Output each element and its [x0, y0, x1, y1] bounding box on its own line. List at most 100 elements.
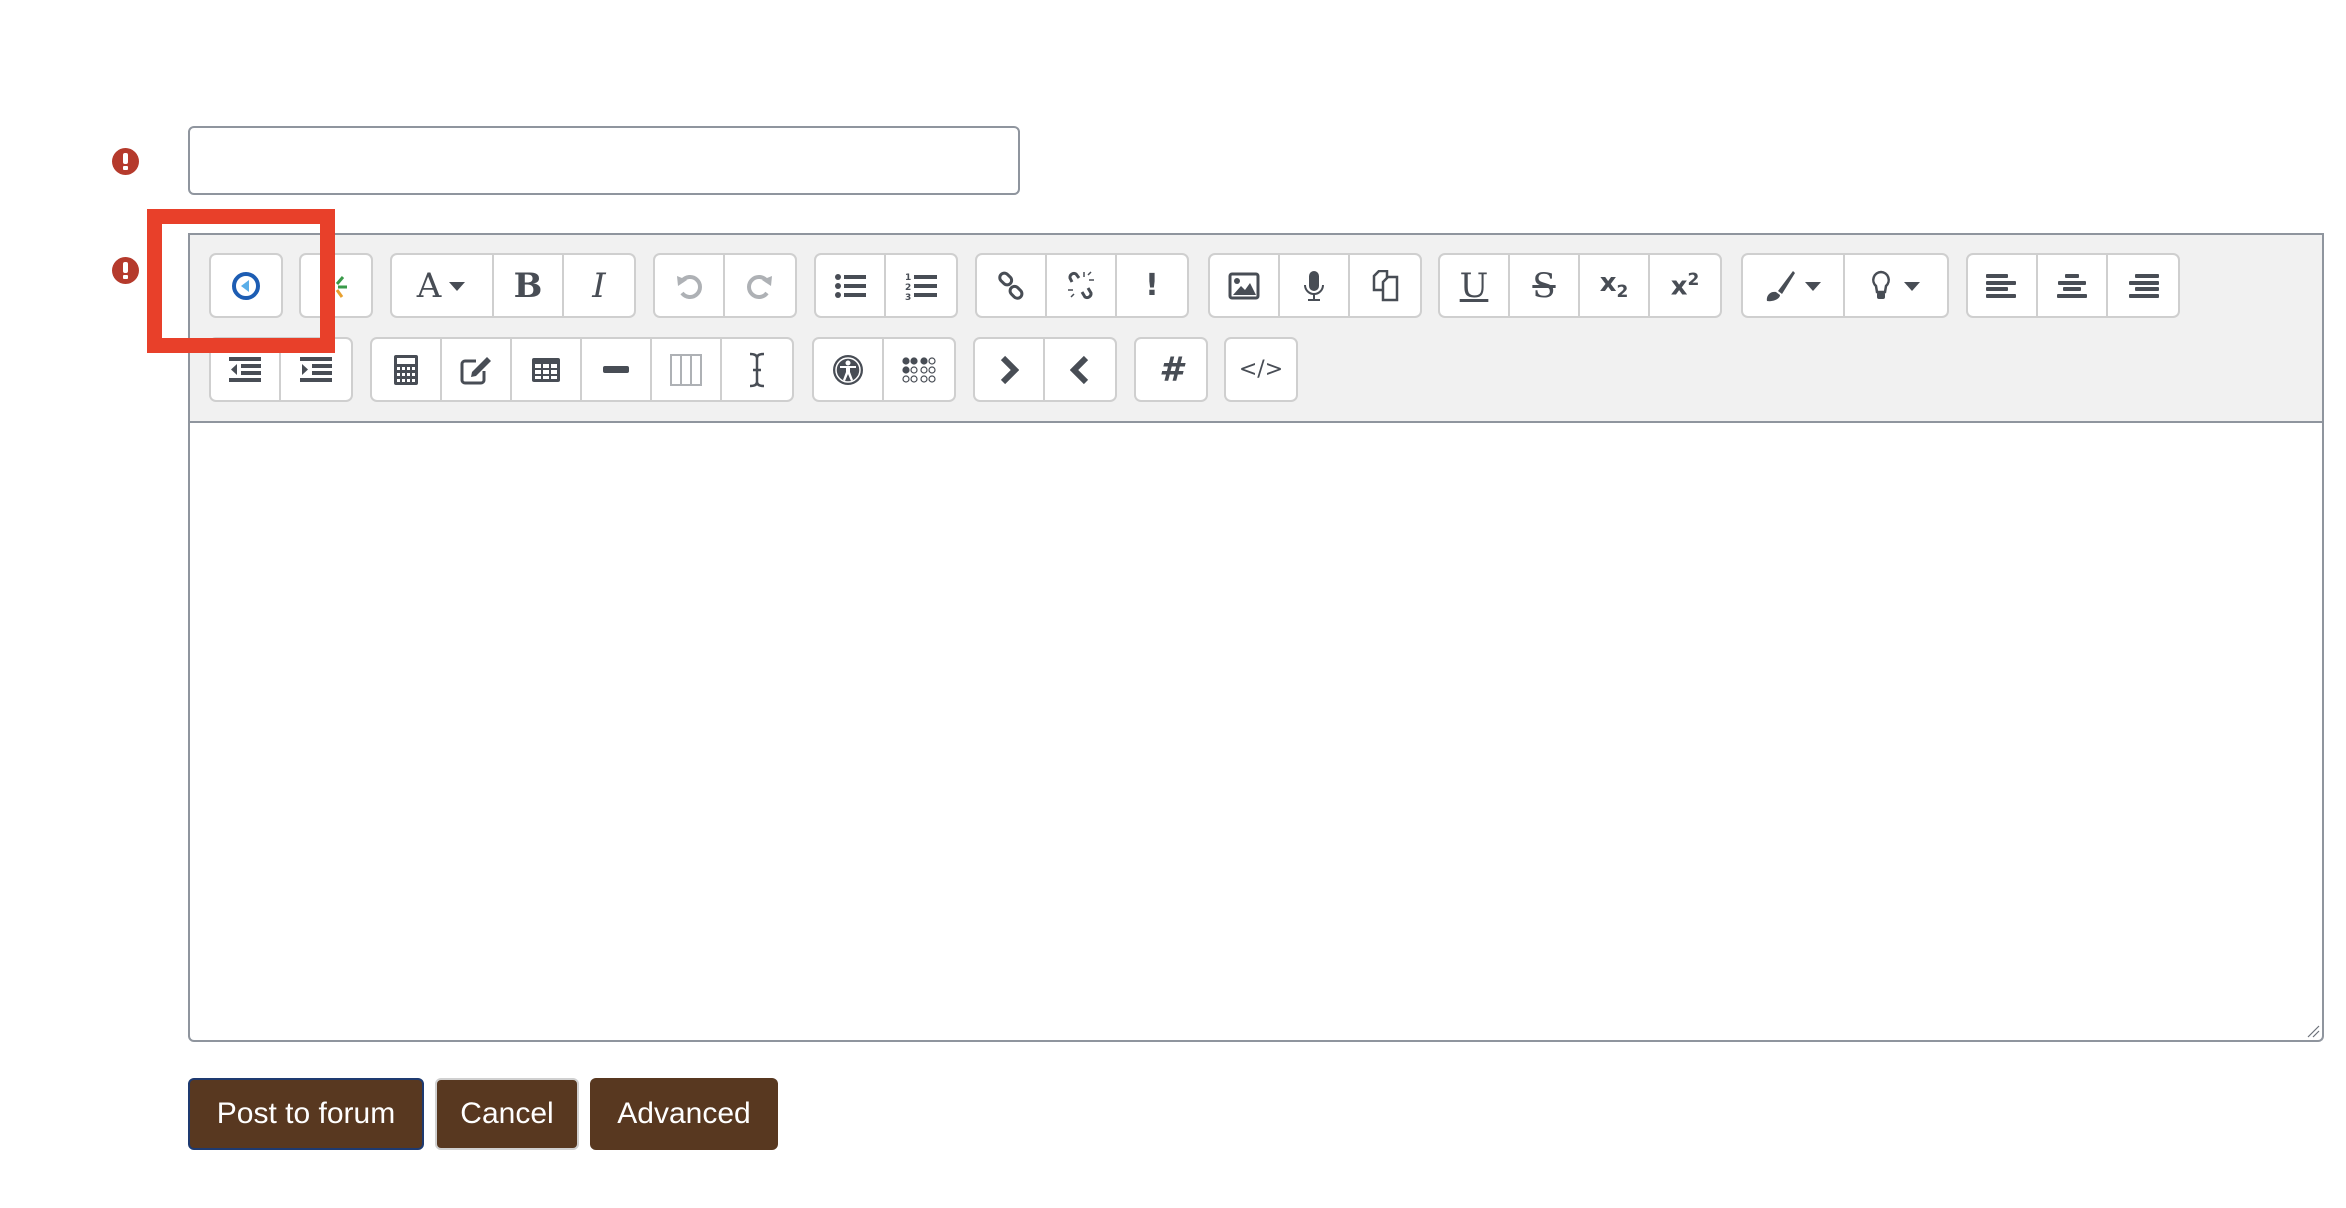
clear-formatting-button[interactable]: [722, 339, 792, 400]
align-center-button[interactable]: [2038, 255, 2108, 316]
table-icon: [532, 357, 560, 382]
toolbar-group: [812, 337, 956, 402]
bullet-list-icon: [835, 273, 866, 298]
microphone-icon: [1304, 270, 1324, 301]
text-editor: A B I 1 2 3 ! U S x2 x2 # </>: [188, 233, 2324, 1042]
align-left-icon: [1986, 273, 2016, 298]
align-right-button[interactable]: [2108, 255, 2178, 316]
table-button[interactable]: [512, 339, 582, 400]
underline-button[interactable]: U: [1440, 255, 1510, 316]
message-editor-area[interactable]: [188, 423, 2324, 1042]
ltr-button[interactable]: [975, 339, 1045, 400]
align-left-button[interactable]: [1968, 255, 2038, 316]
link-button[interactable]: [977, 255, 1047, 316]
auto-link-button[interactable]: !: [1117, 255, 1187, 316]
toolbar-group: [370, 337, 794, 402]
chevron-left-icon: [1070, 355, 1089, 384]
html-button[interactable]: </>: [1226, 339, 1296, 400]
columns-button[interactable]: [652, 339, 722, 400]
svg-text:3: 3: [905, 293, 911, 301]
caret-down-icon: [1805, 281, 1821, 291]
edit-icon: [460, 356, 491, 384]
exclamation-icon: !: [1145, 268, 1159, 303]
special-chars-button[interactable]: [442, 339, 512, 400]
sparkle-icon: [324, 275, 347, 298]
collapse-toggle-button[interactable]: [211, 255, 281, 316]
subject-input[interactable]: [188, 126, 1020, 195]
align-right-icon: [2129, 273, 2159, 298]
accessibility-icon: [833, 354, 863, 385]
toolbar-group: 1 2 3: [814, 253, 958, 318]
toolbar-group: [209, 337, 353, 402]
toolbar-group: [1741, 253, 1949, 318]
superscript-button[interactable]: x2: [1650, 255, 1720, 316]
italic-button[interactable]: I: [564, 255, 634, 316]
columns-icon: [670, 353, 702, 386]
unlink-icon: [1068, 270, 1094, 299]
toolbar-group: [209, 253, 283, 318]
hashtag-button[interactable]: #: [1136, 339, 1206, 400]
caret-down-icon: [449, 281, 466, 291]
rtl-button[interactable]: [1045, 339, 1115, 400]
cancel-button[interactable]: Cancel: [435, 1078, 579, 1150]
files-icon: [1372, 269, 1399, 301]
font-style-button[interactable]: A: [392, 255, 494, 316]
toolbar-group: [1966, 253, 2180, 318]
strikethrough-icon: S: [1532, 265, 1556, 306]
braille-icon: [902, 356, 936, 383]
bullet-list-button[interactable]: [816, 255, 886, 316]
toolbar-group: [973, 337, 1117, 402]
paintbrush-icon: [1766, 270, 1795, 301]
italic-icon: I: [592, 265, 606, 306]
strikethrough-button[interactable]: S: [1510, 255, 1580, 316]
bold-button[interactable]: B: [494, 255, 564, 316]
image-button[interactable]: [1210, 255, 1280, 316]
undo-icon: [677, 274, 702, 299]
toolbar-group: #: [1134, 337, 1208, 402]
post-to-forum-button[interactable]: Post to forum: [188, 1078, 424, 1150]
font-color-button[interactable]: [1743, 255, 1845, 316]
calculator-icon: [394, 354, 418, 385]
advanced-button[interactable]: Advanced: [590, 1078, 778, 1150]
undo-button[interactable]: [655, 255, 725, 316]
horizontal-rule-button[interactable]: [582, 339, 652, 400]
toolbar-group: [1208, 253, 1422, 318]
font-icon: A: [416, 265, 442, 306]
spinner-button[interactable]: [301, 255, 371, 316]
text-cursor-icon: [749, 352, 765, 387]
background-color-button[interactable]: [1845, 255, 1947, 316]
redo-button[interactable]: [725, 255, 795, 316]
indent-icon: [300, 356, 332, 382]
svg-text:2: 2: [905, 283, 911, 293]
underline-icon: U: [1459, 265, 1489, 306]
required-icon: [112, 148, 139, 175]
outdent-icon: [229, 356, 261, 382]
image-icon: [1228, 272, 1260, 299]
outdent-button[interactable]: [211, 339, 281, 400]
chevron-right-icon: [1000, 355, 1019, 384]
subscript-icon: x2: [1599, 268, 1629, 303]
toolbar-group: [653, 253, 797, 318]
redo-icon: [747, 274, 772, 299]
accessibility-checker-button[interactable]: [814, 339, 884, 400]
superscript-icon: x2: [1670, 269, 1700, 302]
subscript-button[interactable]: x2: [1580, 255, 1650, 316]
align-center-icon: [2057, 273, 2087, 298]
code-icon: </>: [1238, 357, 1284, 382]
indent-button[interactable]: [281, 339, 351, 400]
bold-icon: B: [513, 265, 543, 306]
manage-files-button[interactable]: [1350, 255, 1420, 316]
link-icon: [998, 271, 1024, 300]
media-button[interactable]: [1280, 255, 1350, 316]
toolbar-group: </>: [1224, 337, 1298, 402]
equation-button[interactable]: [372, 339, 442, 400]
resize-handle-icon[interactable]: [2306, 1024, 2320, 1038]
collapse-icon: [232, 271, 260, 300]
lightbulb-icon: [1872, 270, 1890, 299]
numbered-list-button[interactable]: 1 2 3: [886, 255, 956, 316]
numbered-list-icon: 1 2 3: [905, 273, 937, 301]
editor-toolbar: A B I 1 2 3 ! U S x2 x2 # </>: [188, 233, 2324, 423]
screenreader-helper-button[interactable]: [884, 339, 954, 400]
unlink-button[interactable]: [1047, 255, 1117, 316]
toolbar-group: U S x2 x2: [1438, 253, 1722, 318]
